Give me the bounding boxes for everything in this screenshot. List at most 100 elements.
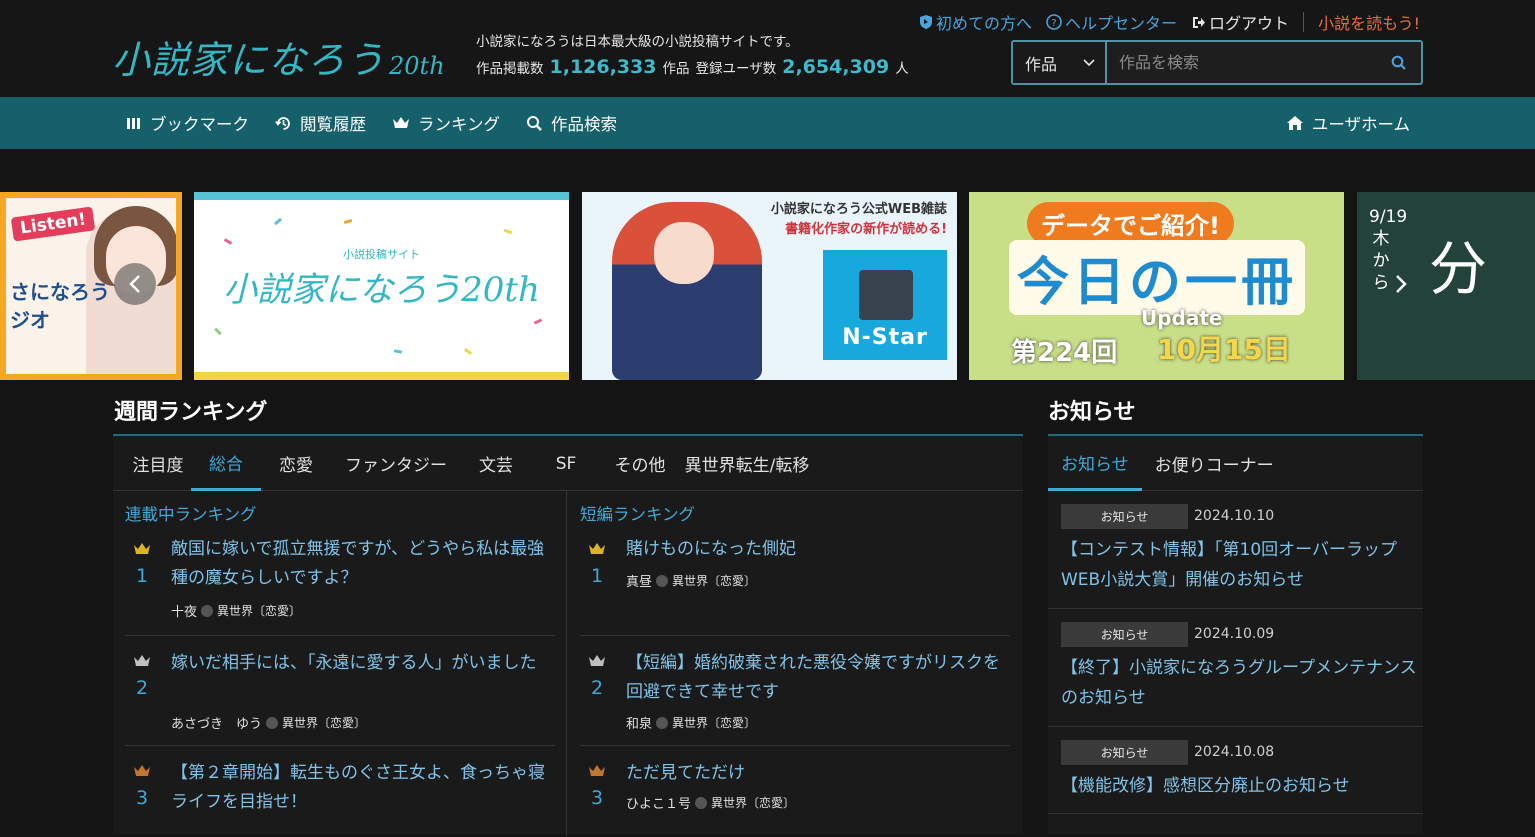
author-name[interactable]: 十夜 [171,601,197,620]
rank-number: 3 [590,787,604,809]
short-ranking-heading[interactable]: 短編ランキング [580,501,695,525]
work-title-link[interactable]: ただ見てただけ [626,759,1010,788]
notice-badge: お知らせ [1061,504,1188,529]
nstar-label: N-Star [842,325,928,350]
banner-today-update: Update [1141,306,1223,330]
banner-nature-title: 分 [1429,235,1488,303]
works-label: 作品掲載数 [476,61,544,77]
rank-number: 2 [135,677,149,699]
site-logo[interactable]: 小説家になろう 20th [112,24,445,84]
work-title-link[interactable]: 敵国に嫁いで孤立無援ですが、どうやら私は最強種の魔女らしいですよ？ [171,535,555,593]
work-title-link[interactable]: 嫁いだ相手には、「永遠に愛する人」がいました [171,649,555,678]
read-novels-label: 小説を読もう! [1318,14,1420,33]
notice-badge: お知らせ [1061,622,1188,647]
tab-mail-corner[interactable]: お便りコーナー [1142,436,1287,491]
work-title-link[interactable]: 【短編】婚約破棄された悪役令嬢ですがリスクを回避できて幸せです [626,649,1010,707]
banner-nstar-title: 小説家になろう公式WEB雑誌 [770,202,947,217]
genre-dot-icon [266,716,279,729]
crown-silver-icon [586,653,608,672]
nav-history[interactable]: 閲覧履歴 [275,111,366,135]
first-time-link[interactable]: 初めての方へ [919,10,1032,34]
help-center-label: ヘルプセンター [1065,14,1178,33]
tab-other[interactable]: その他 [601,436,679,491]
genre-label: 異世界〔恋愛〕 [672,574,757,588]
banner-20th[interactable]: 小説投稿サイト 小説家になろう20th [194,192,569,380]
author-name[interactable]: あさづき ゆう [171,713,262,732]
tab-notice[interactable]: お知らせ [1048,436,1142,491]
work-meta: 十夜 異世界〔恋愛〕 [171,601,301,620]
nav-user-home[interactable]: ユーザホーム [1286,97,1410,149]
tab-fantasy[interactable]: ファンタジー [331,436,461,491]
notice-tabs: お知らせ お便りコーナー [1048,436,1423,491]
work-title-link[interactable]: 賭けものになった側妃 [626,535,1010,564]
logo-20th: 20th [389,52,445,80]
genre-label: 異世界〔恋愛〕 [282,716,367,730]
tab-isekai[interactable]: 異世界転生/転移 [679,436,815,491]
nstar-logo: N-Star [823,250,947,360]
work-meta: ひよこ１号 異世界〔恋愛〕 [626,793,795,812]
author-name[interactable]: 真昼 [626,571,652,590]
divider [1303,12,1305,32]
search-icon [527,115,542,131]
short-ranking-column: 短編ランキング 1 賭けものになった側妃 真昼 異世界〔恋愛〕 2 【短編】婚約… [568,491,1022,836]
genre-label: 異世界〔恋愛〕 [672,716,757,730]
notice-date: 2024.10.09 [1194,626,1275,642]
nav-bookmark[interactable]: ブックマーク [126,111,249,135]
author-name[interactable]: 和泉 [626,713,652,732]
banner-listen-tag: Listen! [10,206,96,242]
banner-today-number: 第224回 [1011,338,1118,368]
notice-link[interactable]: 【終了】小説家になろうグループメンテナンスのお知らせ [1061,653,1417,713]
crown-bronze-icon [586,763,608,782]
notice-link[interactable]: 【コンテスト情報】「第10回オーバーラップWEB小説大賞」開催のお知らせ [1061,535,1417,595]
confetti [273,217,283,226]
work-meta: 真昼 異世界〔恋愛〕 [626,571,756,590]
users-label: 登録ユーザ数 [695,61,777,77]
tab-sf[interactable]: SF [531,436,601,491]
search-type-select[interactable]: 作品 [1013,42,1107,83]
nav-history-label: 閲覧履歴 [300,115,366,134]
logout-label: ログアウト [1209,14,1290,33]
rank-number: 2 [590,677,604,699]
banner-today-top: データでご紹介! [1027,202,1234,245]
work-meta: あさづき ゆう 異世界〔恋愛〕 [171,713,366,732]
read-novels-link[interactable]: 小説を読もう! [1318,10,1420,34]
nav-search[interactable]: 作品検索 [526,111,617,135]
genre-dot-icon [656,716,669,729]
logout-link[interactable]: ログアウト [1191,10,1289,34]
notice-item: お知らせ 2024.10.10 【コンテスト情報】「第10回オーバーラップWEB… [1048,492,1423,609]
tab-literature[interactable]: 文芸 [461,436,531,491]
nav-ranking[interactable]: ランキング [392,111,500,135]
notice-link[interactable]: 【機能改修】感想区分廃止のお知らせ [1061,771,1417,801]
logo-text: 小説家になろう [112,38,386,82]
tab-overall[interactable]: 総合 [191,436,261,491]
rank-number: 1 [590,565,604,587]
nav-search-label: 作品検索 [551,115,618,134]
search-input[interactable] [1107,42,1377,83]
genre-label: 異世界〔恋愛〕 [711,796,796,810]
users-unit: 人 [895,61,909,77]
nav-left: ブックマーク 閲覧履歴 ランキング 作品検索 [126,97,617,149]
ranking-entry: 2 嫁いだ相手には、「永遠に愛する人」がいました あさづき ゆう 異世界〔恋愛〕 [125,637,555,746]
carousel-next-button[interactable] [1380,263,1422,305]
serial-ranking-heading[interactable]: 連載中ランキング [125,501,257,525]
banner-radio-text: さになろう ジオ [10,280,110,332]
banner-today-book[interactable]: データでご紹介! 今日の一冊 第224回 Update 10月15日 [969,192,1344,380]
help-center-link[interactable]: ? ヘルプセンター [1046,10,1177,34]
tab-attention[interactable]: 注目度 [125,436,191,491]
search-icon [1391,55,1406,70]
genre-dot-icon [656,574,669,587]
work-title-link[interactable]: 【第２章開始】転生ものぐさ王女よ、食っちゃ寝ライフを目指せ！ [171,759,555,817]
banner-nstar[interactable]: 小説家になろう公式WEB雑誌 書籍化作家の新作が読める! N-Star [582,192,957,380]
ranking-entry: 1 賭けものになった側妃 真昼 異世界〔恋愛〕 [580,535,1010,636]
ranking-panel: 注目度 総合 恋愛 ファンタジー 文芸 SF その他 異世界転生/転移 連載中ラ… [113,434,1023,836]
search-button[interactable] [1377,42,1421,83]
notice-panel: お知らせ お便りコーナー お知らせ 2024.10.10 【コンテスト情報】「第… [1048,434,1423,834]
notice-item: お知らせ 2024.10.08 【機能改修】感想区分廃止のお知らせ [1048,728,1423,814]
author-name[interactable]: ひよこ１号 [626,793,691,812]
carousel-prev-button[interactable] [114,263,156,305]
notice-item: お知らせ 2024.10.09 【終了】小説家になろうグループメンテナンスのお知… [1048,610,1423,727]
nav-bookmark-label: ブックマーク [150,115,249,134]
svg-text:?: ? [1051,18,1056,29]
notice-badge: お知らせ [1061,740,1188,765]
tab-romance[interactable]: 恋愛 [261,436,331,491]
